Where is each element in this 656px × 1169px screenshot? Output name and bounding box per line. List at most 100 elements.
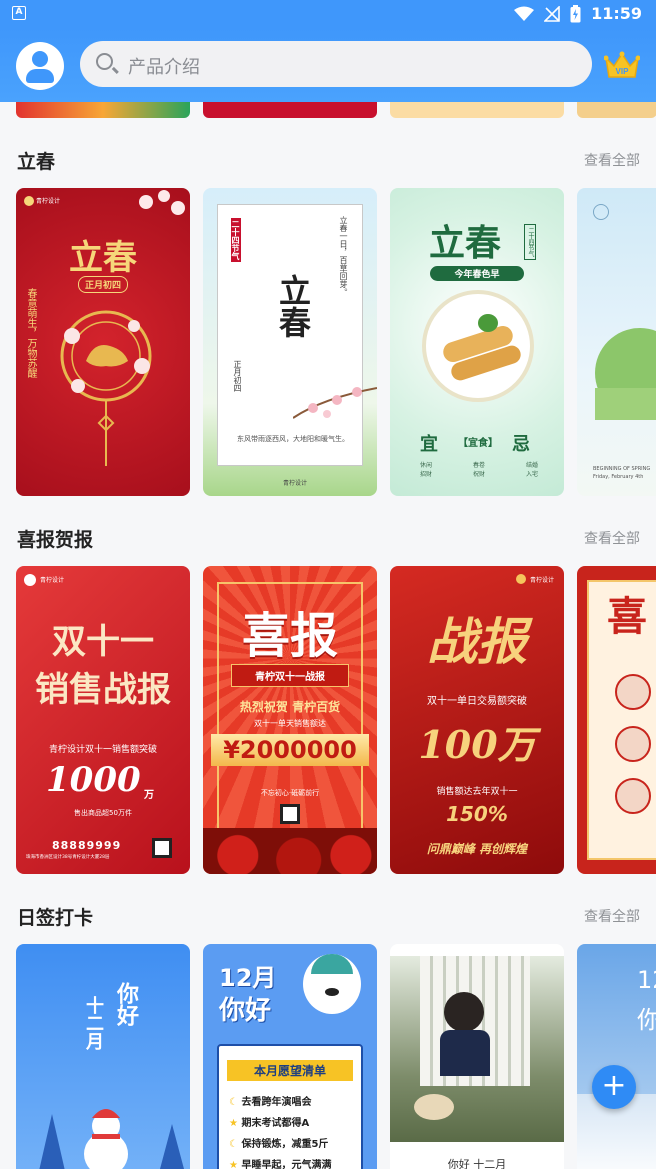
- add-fab-button[interactable]: +: [592, 1065, 636, 1109]
- logo-icon: [516, 574, 526, 584]
- card-date: 正月初四: [233, 360, 242, 392]
- card-title: 立春: [69, 238, 137, 278]
- status-icons: 11:59: [514, 4, 642, 23]
- status-bar: A 11:59: [0, 0, 656, 28]
- wish-list: ☾ 去看跨年演唱会 ★ 期末考试都得A ☾ 保持锻炼，减重5斤 ★ 早睡早起，元…: [229, 1092, 359, 1169]
- view-all-link[interactable]: 查看全部: [584, 906, 640, 926]
- card-foot: 问鼎巅峰 再创辉煌: [426, 842, 528, 856]
- blossom-icon: [139, 190, 185, 215]
- search-placeholder: 产品介绍: [128, 57, 200, 78]
- section-title: 喜报贺报: [17, 529, 94, 551]
- section-title: 立春: [17, 151, 56, 173]
- card-tag: 二十四节气: [231, 218, 241, 262]
- template-card[interactable]: [16, 102, 190, 118]
- person-avatar: [615, 778, 651, 814]
- template-card[interactable]: 你好 十二月: [16, 944, 190, 1169]
- template-row: 立春 正月初四 春意萌生，万物苏醒 青柠设计 二十四节气 立春 立春一日，百草回…: [0, 188, 656, 496]
- wifi-icon: [514, 6, 535, 21]
- app-header: 产品介绍 VIP: [0, 28, 656, 102]
- template-card[interactable]: 12 你: [577, 944, 656, 1169]
- card-tag: 二十四节气: [524, 224, 536, 260]
- section-xibao: 喜报贺报 查看全部 青柠设计 双十一 销售战报 青柠设计双十一销售额突破 100…: [0, 496, 656, 896]
- card-item: 休闲: [420, 462, 433, 469]
- sim-icon: A: [12, 6, 26, 20]
- user-icon-body: [26, 69, 54, 83]
- card-line: 青柠设计双十一销售额突破: [48, 745, 157, 755]
- card-title: 立春: [428, 222, 501, 264]
- wish-item: ★ 早睡早起，元气满满: [229, 1160, 332, 1169]
- card-foot: 不忘初心·砥砺前行: [260, 789, 320, 797]
- card-title-line1: 双十一: [52, 622, 154, 662]
- card-item: 结婚: [525, 462, 538, 469]
- view-all-link[interactable]: 查看全部: [584, 150, 640, 170]
- template-row: 青柠设计 双十一 销售战报 青柠设计双十一销售额突破 1000 万 售出商品超5…: [0, 566, 656, 874]
- view-all-link[interactable]: 查看全部: [584, 528, 640, 548]
- card-unit: 万: [144, 790, 154, 801]
- card-logo-text: 青柠设计: [40, 577, 65, 584]
- card-tiny-date: Friday, February 4th: [593, 474, 644, 480]
- lantern-pattern-icon: [60, 310, 152, 466]
- template-row: 你好 十二月 12月 你好 本月愿望清单 ☾ 去看跨年演唱会 ★ 期末考试都得A…: [0, 944, 656, 1169]
- card-logo-text: 青柠设计: [283, 480, 308, 487]
- user-avatar-button[interactable]: [16, 42, 64, 90]
- card-subtitle: 今年春色早: [430, 266, 524, 281]
- spring-roll-plate-image: [422, 290, 534, 402]
- card-number: 1000: [46, 760, 141, 800]
- card-item: 招财: [420, 471, 433, 478]
- battery-icon: [570, 4, 581, 22]
- template-card[interactable]: 立春 二十四节气 今年春色早 宜 【宜食】 忌 休闲 春卷 结婚 招财 祝财 入…: [390, 188, 564, 496]
- card-ji-label: 忌: [512, 434, 530, 455]
- template-card[interactable]: 喜: [577, 566, 656, 874]
- vip-crown-icon[interactable]: VIP: [604, 50, 640, 82]
- search-bar[interactable]: 产品介绍: [80, 41, 592, 87]
- card-poem: 东风带雨逐西风，大地阳和暖气生。: [237, 435, 349, 443]
- card-subtitle: 正月初四: [78, 276, 128, 293]
- card-side-text: 立春一日，百草回芽。: [339, 216, 348, 296]
- template-card[interactable]: BEGINNING OF SPRING Friday, February 4th: [577, 188, 656, 496]
- bear-illustration: [303, 954, 361, 1014]
- blossom-branch-icon: [293, 387, 377, 419]
- card-title-line2: 你好: [219, 996, 272, 1026]
- card-small-text: 售出商品超50万件: [74, 809, 132, 817]
- card-title: 喜: [607, 593, 647, 640]
- wish-item: ☾ 去看跨年演唱会: [229, 1097, 312, 1108]
- template-card[interactable]: 青柠设计 战报 双十一单日交易额突破 100万 销售额达去年双十一 150% 问…: [390, 566, 564, 874]
- card-line2: 销售额达去年双十一: [436, 787, 518, 797]
- card-logo-text: 青柠设计: [36, 198, 61, 205]
- person-avatar: [615, 726, 651, 762]
- card-side-text: 春意萌生，万物苏醒: [25, 288, 36, 378]
- template-card[interactable]: [203, 102, 377, 118]
- card-title: 战报: [427, 612, 527, 671]
- template-card[interactable]: 喜报 青柠双十一战报 热烈祝贺 青柠百货 双十一单天销售额达 ¥2000000 …: [203, 566, 377, 874]
- section-title: 日签打卡: [17, 907, 94, 929]
- qr-code-icon: [280, 804, 300, 824]
- template-card[interactable]: 立春 正月初四 春意萌生，万物苏醒 青柠设计: [16, 188, 190, 496]
- card-item: 春卷: [472, 462, 485, 469]
- qr-code-icon: [152, 838, 172, 858]
- card-title: 12: [637, 966, 656, 994]
- card-number: 100万: [418, 722, 536, 767]
- template-card[interactable]: [390, 102, 564, 118]
- card-line: 双十一单日交易额突破: [427, 696, 527, 707]
- card-yi-label: 宜: [420, 434, 438, 455]
- card-subtitle: 十二月: [83, 996, 104, 1050]
- card-mid-label: 【宜食】: [458, 438, 498, 449]
- card-item: 入宅: [525, 471, 538, 478]
- template-card[interactable]: [577, 102, 656, 118]
- logo-icon: [24, 196, 34, 206]
- card-banner: 青柠双十一战报: [231, 664, 349, 687]
- wish-item: ★ 期末考试都得A: [229, 1118, 310, 1129]
- template-card[interactable]: 二十四节气 立春 立春一日，百草回芽。 正月初四 东风带雨逐西风，大地阳和暖气生…: [203, 188, 377, 496]
- template-card[interactable]: 12月 你好 本月愿望清单 ☾ 去看跨年演唱会 ★ 期末考试都得A ☾ 保持锻炼…: [203, 944, 377, 1169]
- card-title-line1: 12月: [219, 964, 277, 992]
- wish-item: ☾ 保持锻炼，减重5斤: [229, 1139, 329, 1150]
- template-card[interactable]: 你好 十二月: [390, 944, 564, 1169]
- plus-icon: +: [601, 1068, 627, 1103]
- section-lichun: 立春 查看全部 立春 正月初四 春意萌生，万物苏醒 青柠设计 二十四节气 立春: [0, 118, 656, 518]
- logo-icon: [24, 574, 36, 586]
- card-title: 你好: [113, 982, 139, 1026]
- template-card[interactable]: 青柠设计 双十一 销售战报 青柠设计双十一销售额突破 1000 万 售出商品超5…: [16, 566, 190, 874]
- flower-decoration: [203, 828, 377, 874]
- card-title-line2: 销售战报: [35, 670, 171, 710]
- section-riqian: 日签打卡 查看全部 你好 十二月 12月 你好 本月愿望清单 ☾ 去看跨年演唱会: [0, 874, 656, 1169]
